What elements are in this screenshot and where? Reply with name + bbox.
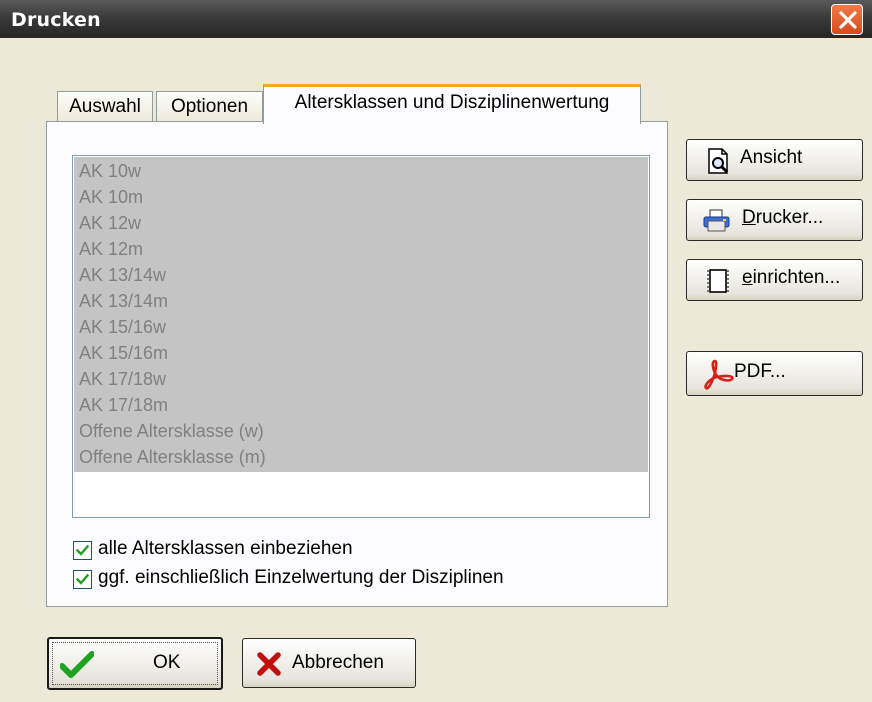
- list-item[interactable]: Offene Altersklasse (m): [79, 444, 266, 470]
- tab-altersklassen[interactable]: Altersklassen und Disziplinenwertung: [263, 84, 641, 124]
- printer-button[interactable]: Drucker...: [686, 199, 863, 241]
- tab-optionen[interactable]: Optionen: [156, 91, 263, 122]
- preview-button-label: Ansicht: [740, 147, 803, 168]
- list-item[interactable]: AK 12m: [79, 236, 143, 262]
- agegroup-listbox[interactable]: AK 10w AK 10m AK 12w AK 12m AK 13/14w AK…: [72, 155, 650, 518]
- page-setup-icon: [707, 269, 729, 293]
- list-item[interactable]: AK 10w: [79, 158, 141, 184]
- checkbox-label: alle Altersklassen einbeziehen: [98, 538, 353, 559]
- list-item[interactable]: AK 17/18m: [79, 392, 168, 418]
- list-item[interactable]: AK 17/18w: [79, 366, 166, 392]
- checkbox[interactable]: [73, 541, 92, 560]
- list-item[interactable]: AK 13/14w: [79, 262, 166, 288]
- preview-button[interactable]: Ansicht: [686, 139, 863, 181]
- title-bar[interactable]: Drucken: [0, 0, 872, 38]
- tab-auswahl[interactable]: Auswahl: [57, 91, 153, 122]
- checkmark-icon: [76, 544, 89, 556]
- checkmark-icon: [76, 573, 89, 585]
- preview-icon: [708, 148, 729, 174]
- close-icon: [839, 11, 857, 29]
- pdf-button-label: PDF...: [734, 361, 786, 382]
- ok-button-label: OK: [153, 652, 181, 673]
- printer-icon: [703, 209, 730, 232]
- list-item[interactable]: AK 12w: [79, 210, 141, 236]
- list-item[interactable]: AK 13/14m: [79, 288, 168, 314]
- pdf-button[interactable]: PDF...: [686, 351, 863, 396]
- ok-button[interactable]: OK: [47, 637, 223, 690]
- cancel-button-label: Abbrechen: [292, 652, 384, 673]
- checkbox-label: ggf. einschließlich Einzelwertung der Di…: [98, 567, 504, 588]
- cross-icon: [257, 652, 281, 676]
- page-setup-button-label: einrichten...: [742, 267, 841, 288]
- checkmark-icon: [60, 651, 94, 678]
- list-item[interactable]: AK 15/16m: [79, 340, 168, 366]
- window-title: Drucken: [11, 9, 101, 31]
- close-button[interactable]: [831, 4, 863, 35]
- printer-button-label: Drucker...: [742, 207, 824, 228]
- page-setup-button[interactable]: einrichten...: [686, 259, 863, 301]
- tab-label: Altersklassen und Disziplinenwertung: [294, 92, 610, 113]
- list-item[interactable]: AK 15/16w: [79, 314, 166, 340]
- tab-label: Auswahl: [69, 96, 141, 117]
- tab-label: Optionen: [170, 96, 249, 117]
- list-item[interactable]: Offene Altersklasse (w): [79, 418, 264, 444]
- cancel-button[interactable]: Abbrechen: [242, 638, 416, 688]
- list-item[interactable]: AK 10m: [79, 184, 143, 210]
- pdf-icon: [704, 359, 734, 390]
- checkbox[interactable]: [73, 570, 92, 589]
